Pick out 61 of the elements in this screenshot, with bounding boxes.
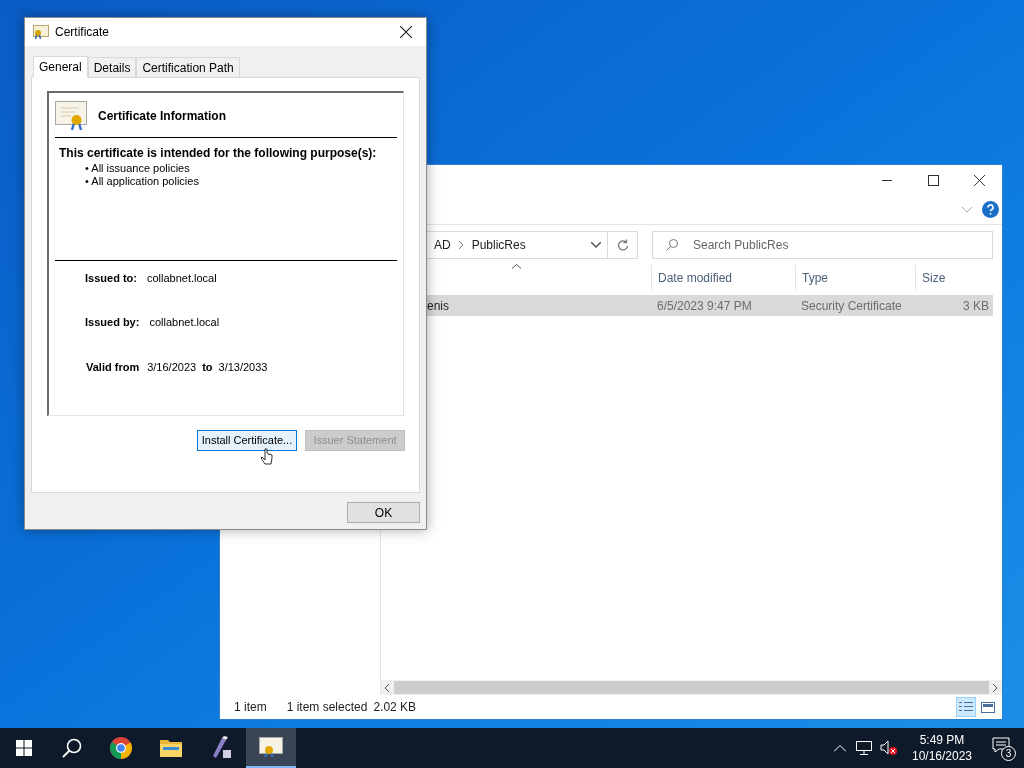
network-icon[interactable]	[856, 741, 872, 755]
ok-button[interactable]: OK	[347, 502, 420, 523]
selection-count: 1 item selected	[286, 699, 368, 716]
purpose-heading: This certificate is intended for the following purpose(s):	[58, 145, 378, 162]
install-certificate-button[interactable]: Install Certificate...	[197, 430, 297, 451]
search-icon	[62, 738, 82, 758]
chevron-up-icon[interactable]	[834, 744, 846, 752]
field-label: Valid from	[86, 359, 140, 375]
certificate-icon	[33, 25, 49, 39]
tab[interactable]: Certification Path	[136, 57, 240, 77]
field-value: collabnet.local	[146, 270, 217, 286]
refresh-button[interactable]	[608, 231, 638, 259]
column-header[interactable]: Size	[915, 265, 993, 291]
tab[interactable]: Details	[87, 57, 137, 77]
field-label: Issued by:	[85, 315, 140, 330]
maximize-icon	[927, 174, 939, 186]
scroll-left-icon[interactable]	[385, 683, 390, 692]
certificate-icon	[259, 737, 283, 757]
purpose-item: • All application policies	[85, 175, 200, 188]
volume-muted-icon[interactable]	[880, 740, 898, 756]
taskbar-app-button[interactable]	[246, 728, 296, 768]
folder-icon	[159, 738, 183, 758]
close-icon	[973, 174, 985, 186]
selection-size: 2.02 KB	[373, 699, 417, 716]
window-title: Certificate	[55, 24, 110, 41]
tab[interactable]: General	[33, 56, 88, 78]
scrollbar-thumb[interactable]	[394, 681, 989, 694]
details-view-button[interactable]	[956, 697, 976, 717]
tiles-view-icon	[981, 701, 995, 713]
scroll-right-icon[interactable]	[993, 683, 998, 692]
field-label: to	[202, 359, 213, 375]
chevron-right-icon	[458, 241, 464, 249]
search-field[interactable]: Search PublicRes	[652, 231, 993, 259]
field-label: Issued to:	[85, 270, 137, 286]
chevron-down-icon[interactable]	[591, 242, 601, 248]
field-value: 3/13/2033	[218, 359, 268, 375]
breadcrumb[interactable]: PublicRes	[471, 236, 526, 254]
purpose-item: • All issuance policies	[85, 162, 191, 175]
horizontal-scrollbar[interactable]	[381, 680, 1002, 695]
column-header[interactable]: Type	[795, 265, 915, 291]
chrome-icon	[109, 736, 133, 760]
certificate-heading: Certificate Information	[98, 108, 226, 125]
windows-logo-icon	[16, 740, 32, 756]
sort-ascending-icon	[511, 264, 521, 269]
breadcrumb[interactable]: AD	[434, 236, 451, 254]
clock-time[interactable]: 5:49 PM	[919, 732, 965, 748]
search-icon	[666, 239, 678, 251]
minimize-icon	[882, 179, 892, 181]
field-value: collabnet.local	[149, 315, 220, 330]
column-header[interactable]: Date modified	[651, 265, 795, 291]
help-icon[interactable]	[982, 201, 999, 218]
clock-date[interactable]: 10/16/2023	[911, 748, 973, 764]
refresh-icon	[616, 239, 629, 251]
field-value: 3/16/2023	[147, 359, 197, 375]
list-view-icon	[959, 701, 973, 713]
stylus-icon	[210, 736, 232, 760]
close-icon	[400, 26, 412, 38]
cursor-icon	[261, 448, 273, 467]
certificate-icon	[55, 101, 88, 131]
item-count: 1 item	[234, 699, 267, 716]
notification-badge: 3	[1001, 746, 1016, 761]
